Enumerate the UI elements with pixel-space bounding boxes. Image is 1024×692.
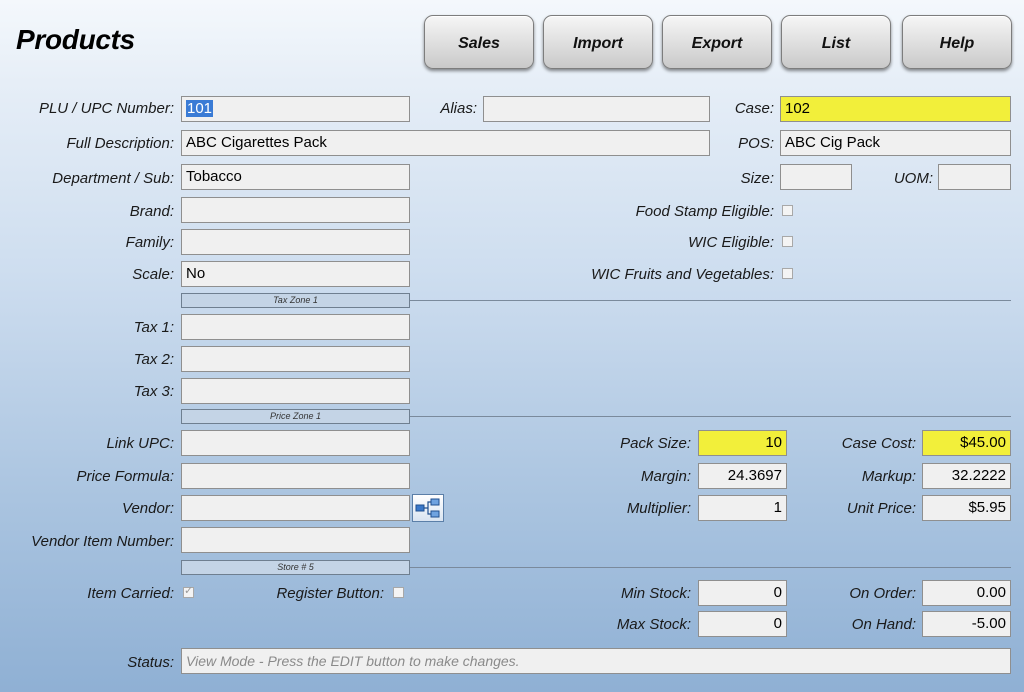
- food-stamp-label: Food Stamp Eligible:: [635, 203, 774, 220]
- food-stamp-checkbox[interactable]: [782, 205, 793, 216]
- link-upc-field[interactable]: [181, 430, 410, 456]
- on-order-label: On Order:: [849, 585, 916, 602]
- vendor-item-number-label: Vendor Item Number:: [31, 533, 174, 550]
- unit-price-field[interactable]: $5.95: [922, 495, 1011, 521]
- pack-size-label: Pack Size:: [620, 435, 691, 452]
- case-cost-field[interactable]: $45.00: [922, 430, 1011, 456]
- vendor-label: Vendor:: [122, 500, 174, 517]
- brand-label: Brand:: [129, 203, 174, 220]
- case-field[interactable]: 102: [780, 96, 1011, 122]
- item-carried-label: Item Carried:: [87, 585, 174, 602]
- export-button[interactable]: Export: [662, 15, 772, 69]
- wic-fruits-label: WIC Fruits and Vegetables:: [591, 266, 774, 283]
- pack-size-field[interactable]: 10: [698, 430, 787, 456]
- status-field: View Mode - Press the EDIT button to mak…: [181, 648, 1011, 674]
- multiplier-label: Multiplier:: [626, 500, 691, 517]
- plu-upc-field[interactable]: 101: [181, 96, 410, 122]
- store-zone-divider: [410, 567, 1011, 568]
- item-carried-checkbox[interactable]: [183, 584, 194, 598]
- markup-field[interactable]: 32.2222: [922, 463, 1011, 489]
- register-button-checkbox[interactable]: [393, 587, 404, 598]
- alias-field[interactable]: [483, 96, 710, 122]
- size-label: Size:: [740, 170, 774, 187]
- tax-zone-divider: [410, 300, 1011, 301]
- max-stock-field[interactable]: 0: [698, 611, 787, 637]
- wic-checkbox[interactable]: [782, 236, 793, 247]
- multiplier-field[interactable]: 1: [698, 495, 787, 521]
- help-button[interactable]: Help: [902, 15, 1012, 69]
- vendor-field[interactable]: [181, 495, 410, 521]
- tax2-field[interactable]: [181, 346, 410, 372]
- link-upc-label: Link UPC:: [106, 435, 174, 452]
- list-button[interactable]: List: [781, 15, 891, 69]
- on-hand-field[interactable]: -5.00: [922, 611, 1011, 637]
- sales-button[interactable]: Sales: [424, 15, 534, 69]
- price-zone-divider: [410, 416, 1011, 417]
- full-description-label: Full Description:: [66, 135, 174, 152]
- min-stock-field[interactable]: 0: [698, 580, 787, 606]
- price-zone-header: Price Zone 1: [181, 409, 410, 424]
- min-stock-label: Min Stock:: [620, 585, 691, 602]
- status-label: Status:: [127, 654, 174, 671]
- alias-label: Alias:: [440, 100, 477, 117]
- register-button-label: Register Button:: [276, 585, 384, 602]
- store-zone-header: Store # 5: [181, 560, 410, 575]
- vendor-lookup-button[interactable]: [412, 494, 444, 522]
- max-stock-label: Max Stock:: [616, 616, 691, 633]
- markup-label: Markup:: [861, 468, 916, 485]
- on-hand-label: On Hand:: [851, 616, 916, 633]
- vendor-lookup-icon: [415, 498, 440, 518]
- uom-label: UOM:: [893, 170, 933, 187]
- page-title: Products: [16, 24, 135, 55]
- price-formula-label: Price Formula:: [76, 468, 174, 485]
- margin-field[interactable]: 24.3697: [698, 463, 787, 489]
- department-sub-field[interactable]: Tobacco: [181, 164, 410, 190]
- on-order-field[interactable]: 0.00: [922, 580, 1011, 606]
- plu-upc-value: 101: [186, 100, 214, 117]
- full-description-field[interactable]: ABC Cigarettes Pack: [181, 130, 710, 156]
- family-field[interactable]: [181, 229, 410, 255]
- price-formula-field[interactable]: [181, 463, 410, 489]
- wic-label: WIC Eligible:: [688, 234, 774, 251]
- scale-field[interactable]: No: [181, 261, 410, 287]
- pos-field[interactable]: ABC Cig Pack: [780, 130, 1011, 156]
- plu-upc-label: PLU / UPC Number:: [38, 100, 174, 117]
- wic-fruits-checkbox[interactable]: [782, 268, 793, 279]
- unit-price-label: Unit Price:: [846, 500, 916, 517]
- case-label: Case:: [734, 100, 774, 117]
- size-field[interactable]: [780, 164, 852, 190]
- brand-field[interactable]: [181, 197, 410, 223]
- tax-zone-header: Tax Zone 1: [181, 293, 410, 308]
- margin-label: Margin:: [640, 468, 691, 485]
- scale-label: Scale:: [132, 266, 174, 283]
- department-sub-label: Department / Sub:: [52, 170, 174, 187]
- tax3-field[interactable]: [181, 378, 410, 404]
- case-cost-label: Case Cost:: [841, 435, 916, 452]
- family-label: Family:: [125, 234, 174, 251]
- tax2-label: Tax 2:: [133, 351, 174, 368]
- pos-label: POS:: [738, 135, 774, 152]
- uom-field[interactable]: [938, 164, 1011, 190]
- tax1-label: Tax 1:: [133, 319, 174, 336]
- tax1-field[interactable]: [181, 314, 410, 340]
- vendor-item-number-field[interactable]: [181, 527, 410, 553]
- tax3-label: Tax 3:: [133, 383, 174, 400]
- import-button[interactable]: Import: [543, 15, 653, 69]
